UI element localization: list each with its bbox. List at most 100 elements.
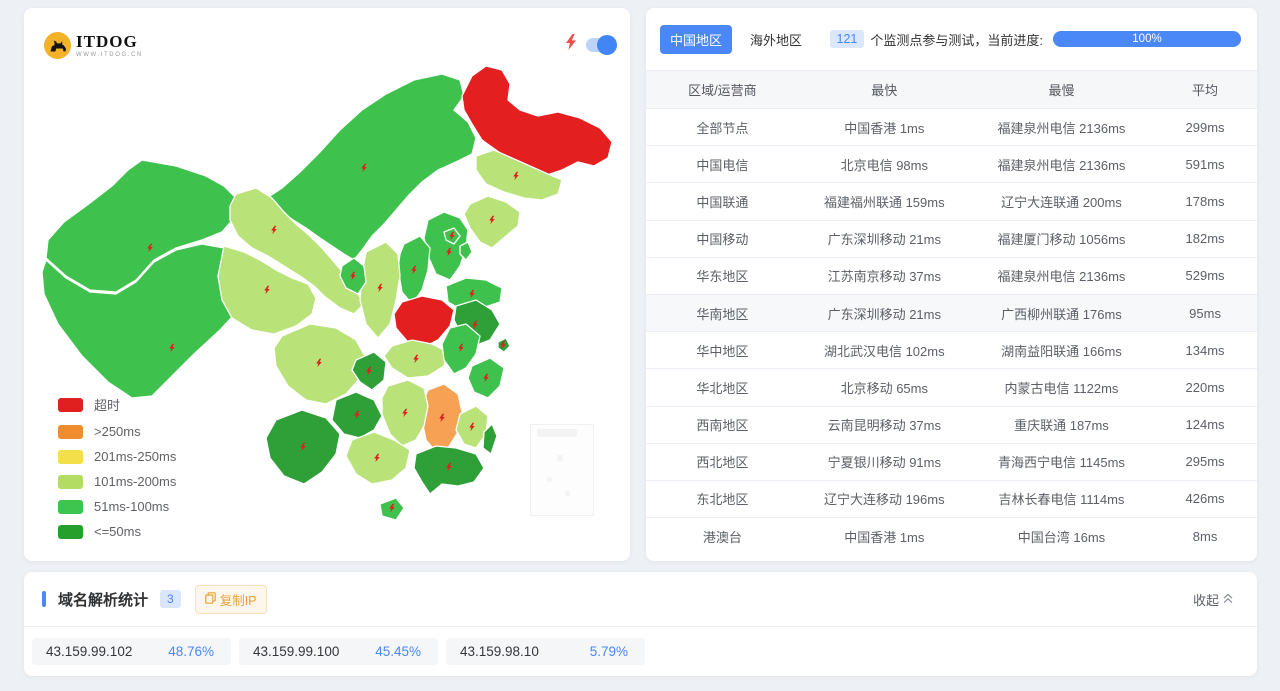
dns-count-badge: 3 <box>160 590 181 608</box>
table-cell: 吉林长春电信 1114ms <box>970 489 1153 508</box>
monitor-count-badge: 121 <box>830 30 865 48</box>
dns-title: 域名解析统计 <box>58 589 148 610</box>
table-row[interactable]: 中国电信北京电信 98ms福建泉州电信 2136ms591ms <box>646 146 1257 183</box>
ip-address: 43.159.99.100 <box>253 644 339 659</box>
table-cell: 95ms <box>1153 306 1257 321</box>
dns-ip-list: 43.159.99.10248.76%43.159.99.10045.45%43… <box>24 627 1257 676</box>
table-row[interactable]: 东北地区辽宁大连移动 196ms吉林长春电信 1114ms426ms <box>646 481 1257 518</box>
table-cell: 中国台湾 16ms <box>970 527 1153 546</box>
table-cell: 东北地区 <box>646 489 799 508</box>
region-tabs: 中国地区海外地区 <box>660 25 812 54</box>
progress-bar: 100% <box>1053 31 1241 47</box>
ip-chip[interactable]: 43.159.98.105.79% <box>446 638 645 665</box>
legend-item: >250ms <box>58 424 176 439</box>
dns-header: 域名解析统计 3 复制IP 收起 <box>24 572 1257 626</box>
table-row[interactable]: 华中地区湖北武汉电信 102ms湖南益阳联通 166ms134ms <box>646 332 1257 369</box>
table-cell: 广东深圳移动 21ms <box>799 229 970 248</box>
ip-chip[interactable]: 43.159.99.102 48.76% <box>32 638 231 665</box>
south-china-sea-inset <box>530 424 594 516</box>
logo-subtitle: WWW.ITDOG.CN <box>76 52 143 58</box>
legend-label: <=50ms <box>94 524 141 539</box>
table-cell: 北京电信 98ms <box>799 155 970 174</box>
table-cell: 福建厦门移动 1056ms <box>970 229 1153 248</box>
legend-label: 超时 <box>94 395 120 414</box>
results-table-header: 区域/运营商最快最慢平均 <box>646 70 1257 109</box>
table-cell: 华南地区 <box>646 304 799 323</box>
copy-ip-button[interactable]: 复制IP <box>195 585 267 614</box>
results-header: 中国地区海外地区 121 个监测点参与测试，当前进度: 100% <box>660 19 1241 59</box>
lightning-icon <box>565 34 577 55</box>
table-cell: 8ms <box>1153 529 1257 544</box>
collapse-control[interactable]: 收起 <box>1193 590 1233 609</box>
column-header: 最慢 <box>970 80 1153 99</box>
table-row[interactable]: 中国联通福建福州联通 159ms辽宁大连联通 200ms178ms <box>646 183 1257 220</box>
dns-stats-panel: 域名解析统计 3 复制IP 收起 <box>24 572 1257 676</box>
table-cell: 529ms <box>1153 268 1257 283</box>
column-header: 最快 <box>799 80 970 99</box>
table-cell: 178ms <box>1153 194 1257 209</box>
ip-percent: 45.45% <box>375 644 421 659</box>
ip-address: 43.159.99.102 <box>46 644 132 659</box>
tab-inactive-海外地区[interactable]: 海外地区 <box>740 25 812 54</box>
table-cell: 广东深圳移动 21ms <box>799 304 970 323</box>
table-row[interactable]: 全部节点中国香港 1ms福建泉州电信 2136ms299ms <box>646 109 1257 146</box>
monitor-status: 121 个监测点参与测试，当前进度: 100% <box>830 30 1241 49</box>
column-header: 平均 <box>1153 80 1257 99</box>
fast-mode-toggle[interactable] <box>586 38 614 52</box>
monitor-text: 个监测点参与测试，当前进度: <box>870 30 1043 49</box>
table-cell: 华中地区 <box>646 341 799 360</box>
legend-label: 101ms-200ms <box>94 474 176 489</box>
table-cell: 辽宁大连移动 196ms <box>799 489 970 508</box>
title-accent-bar <box>42 591 46 607</box>
table-cell: 134ms <box>1153 343 1257 358</box>
ip-chip[interactable]: 43.159.99.100 45.45% <box>239 638 438 665</box>
table-cell: 云南昆明移动 37ms <box>799 415 970 434</box>
results-panel: 中国地区海外地区 121 个监测点参与测试，当前进度: 100% 区域/运营商最… <box>646 8 1257 561</box>
table-cell: 宁夏银川移动 91ms <box>799 452 970 471</box>
legend-swatch <box>58 500 83 514</box>
table-cell: 华东地区 <box>646 266 799 285</box>
legend-swatch <box>58 398 83 412</box>
logo-title: ITDOG <box>76 33 143 50</box>
table-row[interactable]: 西南地区云南昆明移动 37ms重庆联通 187ms124ms <box>646 407 1257 444</box>
table-cell: 福建泉州电信 2136ms <box>970 118 1153 137</box>
table-cell: 295ms <box>1153 454 1257 469</box>
table-cell: 福建泉州电信 2136ms <box>970 266 1153 285</box>
table-cell: 西北地区 <box>646 452 799 471</box>
table-cell: 广西柳州联通 176ms <box>970 304 1153 323</box>
province-guangdong[interactable] <box>414 446 484 494</box>
table-cell: 299ms <box>1153 120 1257 135</box>
table-cell: 426ms <box>1153 491 1257 506</box>
column-header: 区域/运营商 <box>646 80 799 99</box>
table-row[interactable]: 华北地区北京移动 65ms内蒙古电信 1122ms220ms <box>646 369 1257 406</box>
table-cell: 220ms <box>1153 380 1257 395</box>
table-cell: 124ms <box>1153 417 1257 432</box>
table-cell: 中国联通 <box>646 192 799 211</box>
table-cell: 湖北武汉电信 102ms <box>799 341 970 360</box>
table-row[interactable]: 华东地区江苏南京移动 37ms福建泉州电信 2136ms529ms <box>646 258 1257 295</box>
legend-swatch <box>58 525 83 539</box>
table-cell: 福建福州联通 159ms <box>799 192 970 211</box>
map-panel: ITDOG WWW.ITDOG.CN 超时>250ms201ms-250ms10… <box>24 8 630 561</box>
table-cell: 青海西宁电信 1145ms <box>970 452 1153 471</box>
table-row[interactable]: 中国移动广东深圳移动 21ms福建厦门移动 1056ms182ms <box>646 221 1257 258</box>
table-row[interactable]: 华南地区广东深圳移动 21ms广西柳州联通 176ms95ms <box>646 295 1257 332</box>
table-cell: 中国香港 1ms <box>799 527 970 546</box>
legend-swatch <box>58 475 83 489</box>
table-row[interactable]: 港澳台中国香港 1ms中国台湾 16ms8ms <box>646 518 1257 555</box>
ip-percent: 48.76% <box>168 644 214 659</box>
table-cell: 中国香港 1ms <box>799 118 970 137</box>
table-cell: 北京移动 65ms <box>799 378 970 397</box>
progress-label: 100% <box>1132 33 1161 45</box>
tab-active-中国地区[interactable]: 中国地区 <box>660 25 732 54</box>
copy-icon <box>205 592 216 607</box>
legend-item: 101ms-200ms <box>58 474 176 489</box>
legend-swatch <box>58 450 83 464</box>
legend-item: 51ms-100ms <box>58 499 176 514</box>
legend-swatch <box>58 425 83 439</box>
table-cell: 港澳台 <box>646 527 799 546</box>
legend-item: <=50ms <box>58 524 176 539</box>
table-cell: 西南地区 <box>646 415 799 434</box>
table-cell: 重庆联通 187ms <box>970 415 1153 434</box>
table-row[interactable]: 西北地区宁夏银川移动 91ms青海西宁电信 1145ms295ms <box>646 444 1257 481</box>
